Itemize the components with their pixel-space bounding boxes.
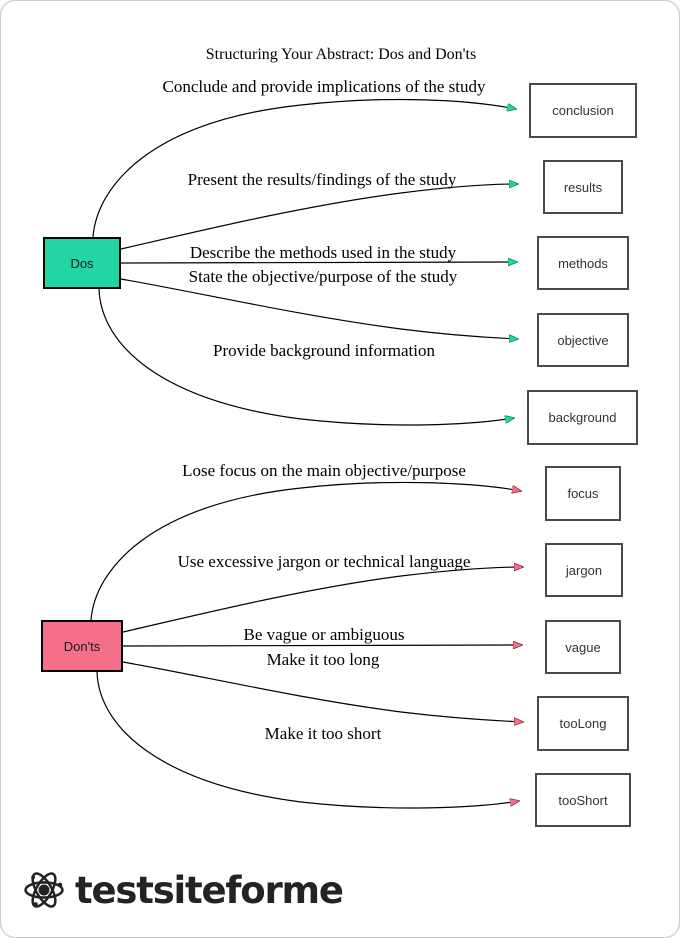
edge-dos-results xyxy=(120,184,518,250)
node-results[interactable]: results xyxy=(543,160,623,214)
node-focus-label: focus xyxy=(567,486,599,501)
brand-name: testsiteforme xyxy=(75,868,344,912)
edge-label-vague: Be vague or ambiguous xyxy=(243,625,405,644)
node-tooShort[interactable]: tooShort xyxy=(535,773,631,827)
node-conclusion-label: conclusion xyxy=(552,103,614,118)
node-objective-label: objective xyxy=(557,332,609,348)
node-vague[interactable]: vague xyxy=(545,620,621,674)
diagram-canvas: Structuring Your Abstract: Dos and Don't… xyxy=(1,1,679,861)
edge-label-jargon: Use excessive jargon or technical langua… xyxy=(177,552,471,571)
edge-donts-tooLong xyxy=(122,661,523,722)
edge-label-background: Provide background information xyxy=(213,341,435,360)
edge-label-tooShort: Make it too short xyxy=(264,724,382,743)
node-background[interactable]: background xyxy=(527,390,638,445)
node-methods-label: methods xyxy=(558,255,608,271)
edge-dos-objective xyxy=(120,278,518,339)
node-dos-label: Dos xyxy=(70,255,94,271)
footer-logo[interactable]: testsiteforme xyxy=(23,868,344,912)
edge-label-focus: Lose focus on the main objective/purpose xyxy=(182,461,466,480)
page-frame: Structuring Your Abstract: Dos and Don't… xyxy=(0,0,680,938)
node-background-label: background xyxy=(548,410,617,425)
edge-dos-conclusion xyxy=(92,98,516,238)
edge-donts-jargon xyxy=(122,567,523,633)
node-vague-label: vague xyxy=(565,639,601,655)
node-donts[interactable]: Don'ts xyxy=(41,620,123,672)
node-donts-label: Don'ts xyxy=(63,638,101,654)
edge-donts-vague xyxy=(122,645,522,646)
edge-label-methods: Describe the methods used in the study xyxy=(189,243,457,262)
node-focus[interactable]: focus xyxy=(545,466,621,521)
node-tooLong-label: tooLong xyxy=(559,716,607,731)
node-tooLong[interactable]: tooLong xyxy=(537,696,629,751)
node-jargon-label: jargon xyxy=(565,562,603,578)
node-tooShort-label: tooShort xyxy=(558,792,608,808)
node-methods[interactable]: methods xyxy=(537,236,629,290)
edge-label-tooLong: Make it too long xyxy=(266,650,380,669)
atom-icon xyxy=(24,872,64,908)
node-objective[interactable]: objective xyxy=(537,313,629,367)
edge-label-conclusion: Conclude and provide implications of the… xyxy=(162,77,486,96)
node-dos[interactable]: Dos xyxy=(43,237,121,289)
node-conclusion[interactable]: conclusion xyxy=(529,83,637,138)
edge-label-objective: State the objective/purpose of the study xyxy=(188,267,458,286)
node-jargon[interactable]: jargon xyxy=(545,543,623,597)
node-results-label: results xyxy=(563,179,603,195)
edge-label-results: Present the results/findings of the stud… xyxy=(187,170,457,189)
